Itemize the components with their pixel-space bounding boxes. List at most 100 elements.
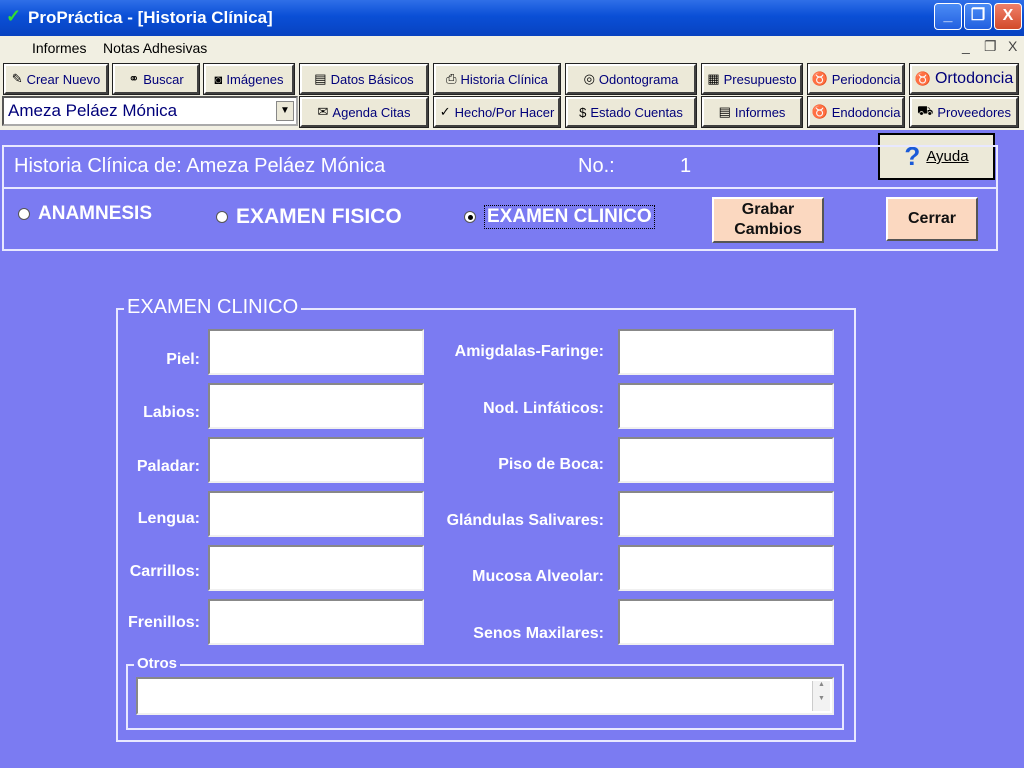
menu-bar: Informes Notas Adhesivas _ ❐ X <box>0 36 1024 60</box>
mdi-minimize-button[interactable]: _ <box>962 38 970 54</box>
presupuesto-label: Presupuesto <box>723 71 797 87</box>
mucosa-alveolar-field[interactable] <box>618 545 834 591</box>
tab-examen-clinico[interactable]: EXAMEN CLINICO <box>464 205 655 229</box>
pen-icon: ✎ <box>11 71 23 86</box>
menu-informes[interactable]: Informes <box>32 40 86 56</box>
periodoncia-label: Periodoncia <box>831 71 901 87</box>
estado-cuentas-label: Estado Cuentas <box>590 104 683 120</box>
buscar-button[interactable]: ⚭ Buscar <box>112 63 200 95</box>
app-check-icon: ✓ <box>6 6 22 26</box>
patient-select-value: Ameza Peláez Mónica <box>8 101 178 120</box>
informes-label: Informes <box>734 104 786 120</box>
odontogram-icon: ◎ <box>583 71 595 86</box>
record-number-label: No.: <box>578 155 615 177</box>
endodoncia-button[interactable]: ♉ Endodoncia <box>807 96 905 128</box>
id-card-icon: ▤ <box>314 71 327 86</box>
radio-anamnesis[interactable] <box>18 208 30 220</box>
nod-linfaticos-field[interactable] <box>618 383 834 429</box>
glandulas-salivares-label: Glándulas Salivares: <box>446 512 604 529</box>
header-panel: Historia Clínica de: Ameza Peláez Mónica… <box>2 145 998 251</box>
frenillos-field[interactable] <box>208 599 424 645</box>
otros-textarea[interactable]: ▲ ▼ <box>136 677 834 715</box>
odontograma-button[interactable]: ◎ Odontograma <box>565 63 697 95</box>
window-titlebar: ✓ ProPráctica - [Historia Clínica] _ ❐ X <box>0 0 1024 36</box>
supplier-icon: ⛟ <box>916 103 934 118</box>
minimize-button[interactable]: _ <box>934 3 962 30</box>
close-button[interactable]: X <box>994 3 1022 30</box>
calculator-icon: ▦ <box>707 71 720 86</box>
presupuesto-button[interactable]: ▦ Presupuesto <box>701 63 803 95</box>
crear-nuevo-button[interactable]: ✎ Crear Nuevo <box>3 63 109 95</box>
toolbar: ✎ Crear Nuevo ⚭ Buscar ◙ Imágenes ▤ Dato… <box>0 60 1024 130</box>
agenda-citas-label: Agenda Citas <box>332 104 411 120</box>
radio-examen-fisico[interactable] <box>216 211 228 223</box>
radio-examen-clinico[interactable] <box>464 211 476 223</box>
piso-de-boca-field[interactable] <box>618 437 834 483</box>
mdi-close-button[interactable]: X <box>1008 38 1017 54</box>
grabar-line2: Cambios <box>734 221 802 238</box>
mucosa-alveolar-label: Mucosa Alveolar: <box>472 568 604 585</box>
periodoncia-button[interactable]: ♉ Periodoncia <box>807 63 905 95</box>
datos-basicos-label: Datos Básicos <box>330 71 414 87</box>
piel-field[interactable] <box>208 329 424 375</box>
mdi-restore-button[interactable]: ❐ <box>984 38 997 55</box>
tab-anamnesis[interactable]: ANAMNESIS <box>18 203 152 225</box>
cerrar-button[interactable]: Cerrar <box>886 197 978 241</box>
tooth-icon: ♉ <box>811 71 828 86</box>
tooth-icon: ♉ <box>811 104 828 119</box>
senos-maxilares-field[interactable] <box>618 599 834 645</box>
piel-label: Piel: <box>166 351 200 368</box>
historia-clinica-label: Historia Clínica <box>460 71 548 87</box>
maximize-button[interactable]: ❐ <box>964 3 992 30</box>
ortodoncia-button[interactable]: ♉ Ortodoncia <box>909 63 1019 95</box>
estado-cuentas-button[interactable]: $ Estado Cuentas <box>565 96 697 128</box>
agenda-citas-button[interactable]: ✉ Agenda Citas <box>299 96 429 128</box>
grabar-line1: Grabar <box>741 201 795 218</box>
ortodoncia-label: Ortodoncia <box>934 70 1014 87</box>
hecho-por-hacer-button[interactable]: ✓ Hecho/Por Hacer <box>433 96 561 128</box>
frenillos-label: Frenillos: <box>127 614 200 631</box>
record-number-value: 1 <box>680 155 692 177</box>
lengua-label: Lengua: <box>137 510 200 527</box>
calendar-icon: ✉ <box>317 104 329 119</box>
carrillos-label: Carrillos: <box>129 563 200 580</box>
header-divider <box>4 187 996 189</box>
tab-anamnesis-label: ANAMNESIS <box>38 203 153 224</box>
checkmark-icon: ✓ <box>439 104 451 119</box>
amigdalas-faringe-field[interactable] <box>618 329 834 375</box>
page-title: Historia Clínica de: Ameza Peláez Mónica <box>14 155 386 177</box>
labios-field[interactable] <box>208 383 424 429</box>
tab-examen-fisico-label: EXAMEN FISICO <box>236 205 402 228</box>
carrillos-field[interactable] <box>208 545 424 591</box>
binoculars-icon: ⚭ <box>128 71 140 86</box>
printer-icon: ⎙ <box>446 71 457 86</box>
lengua-field[interactable] <box>208 491 424 537</box>
camera-icon: ◙ <box>214 71 223 87</box>
informes-button[interactable]: ▤ Informes <box>701 96 803 128</box>
nod-linfaticos-label: Nod. Linfáticos: <box>483 400 604 417</box>
endodoncia-label: Endodoncia <box>831 104 901 120</box>
imagenes-button[interactable]: ◙ Imágenes <box>203 63 295 95</box>
paladar-field[interactable] <box>208 437 424 483</box>
amigdalas-faringe-label: Amigdalas-Faringe: <box>454 343 604 360</box>
tooth-icon: ♉ <box>914 71 931 86</box>
piso-de-boca-label: Piso de Boca: <box>498 456 604 473</box>
patient-select[interactable]: Ameza Peláez Mónica ▼ <box>2 96 298 126</box>
glandulas-salivares-field[interactable] <box>618 491 834 537</box>
senos-maxilares-label: Senos Maxilares: <box>473 625 604 642</box>
menu-notas-adhesivas[interactable]: Notas Adhesivas <box>103 40 207 56</box>
tab-examen-clinico-label: EXAMEN CLINICO <box>484 205 655 229</box>
grabar-cambios-button[interactable]: Grabar Cambios <box>712 197 824 243</box>
crear-nuevo-label: Crear Nuevo <box>26 71 101 87</box>
otros-legend: Otros <box>134 655 181 672</box>
historia-clinica-button[interactable]: ⎙ Historia Clínica <box>433 63 561 95</box>
paladar-label: Paladar: <box>136 458 200 475</box>
tab-examen-fisico[interactable]: EXAMEN FISICO <box>216 205 402 229</box>
buscar-label: Buscar <box>143 71 184 87</box>
datos-basicos-button[interactable]: ▤ Datos Básicos <box>299 63 429 95</box>
report-icon: ▤ <box>718 104 731 119</box>
otros-scrollbar[interactable]: ▲ ▼ <box>812 681 830 711</box>
chevron-down-icon[interactable]: ▼ <box>276 101 294 121</box>
hecho-por-hacer-label: Hecho/Por Hacer <box>454 104 555 120</box>
proveedores-button[interactable]: ⛟ Proveedores <box>909 96 1019 128</box>
